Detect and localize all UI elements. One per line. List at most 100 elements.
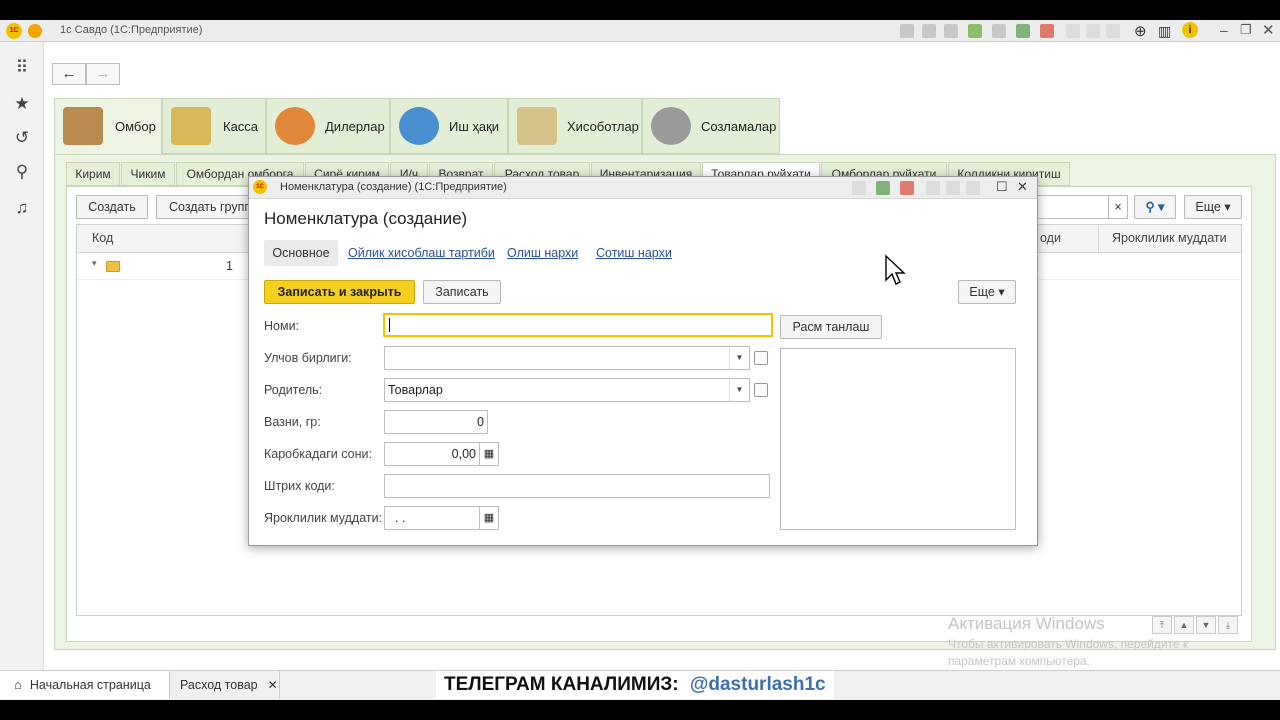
column-kod[interactable]: Код	[92, 231, 113, 245]
app-title: 1с Савдо (1С:Предприятие)	[60, 24, 203, 36]
memory-m-icon[interactable]	[1066, 24, 1080, 38]
dealer-icon	[275, 107, 315, 145]
dialog-print-icon[interactable]	[852, 181, 866, 195]
gear-icon	[651, 107, 691, 145]
home-icon: ⌂	[14, 677, 22, 692]
upload-icon[interactable]	[968, 24, 982, 38]
tab-sozlamalar[interactable]: Созламалар	[642, 98, 780, 154]
choose-image-button[interactable]: Расм танлаш	[780, 315, 882, 339]
save-button[interactable]: Записать	[423, 280, 501, 304]
minimize-icon[interactable]: –	[1220, 22, 1228, 38]
search-button[interactable]: ⚲ ▾	[1134, 195, 1176, 219]
people-icon	[399, 107, 439, 145]
app-logo: 1С	[6, 23, 22, 39]
tab-sotish-narhi[interactable]: Сотиш нархи	[596, 246, 672, 260]
telegram-banner: ТЕЛЕГРАМ КАНАЛИМИЗ: @dasturlash1c	[436, 671, 834, 699]
memory-minus-icon[interactable]	[1106, 24, 1120, 38]
preview-icon[interactable]	[944, 24, 958, 38]
warehouse-icon	[63, 107, 103, 145]
tab-osnovnoe[interactable]: Основное	[264, 240, 338, 266]
list-more-button[interactable]: Еще ▾	[1184, 195, 1242, 219]
dialog-calendar-icon[interactable]	[900, 181, 914, 195]
column-nomi[interactable]: оди	[1040, 231, 1061, 245]
forward-button[interactable]: →	[86, 63, 120, 85]
dialog-memory-plus-icon[interactable]	[946, 181, 960, 195]
info-icon[interactable]: i	[1182, 22, 1198, 38]
bottom-tab-home[interactable]: ⌂ Начальная страница	[0, 671, 170, 699]
windows-activation-text: Чтобы активировать Windows, перейдите к …	[948, 637, 1189, 668]
history-icon[interactable]: ↺	[12, 128, 32, 148]
tab-ombor[interactable]: Омбор	[54, 98, 162, 156]
attach-icon[interactable]	[992, 24, 1006, 38]
create-button[interactable]: Создать	[76, 195, 148, 219]
back-button[interactable]: ←	[52, 63, 86, 85]
bottom-tab-label: Расход товар	[180, 678, 258, 692]
tab-dilerlar[interactable]: Дилерлар	[266, 98, 390, 154]
tab-label: Омбор	[115, 119, 156, 134]
name-label: Номи:	[264, 319, 300, 333]
weight-input[interactable]: 0	[384, 410, 488, 434]
dialog-calculator-icon[interactable]	[876, 181, 890, 195]
zoom-icon[interactable]: ⊕	[1134, 22, 1147, 40]
subtab-kirim[interactable]: Кирим	[66, 162, 120, 186]
tab-olish-narhi[interactable]: Олиш нархи	[507, 246, 578, 260]
telegram-handle: @dasturlash1c	[689, 674, 826, 695]
unit-open-icon[interactable]	[754, 351, 768, 365]
tab-ish-haqi[interactable]: Иш ҳақи	[390, 98, 508, 154]
dialog-memory-minus-icon[interactable]	[966, 181, 980, 195]
close-tab-icon[interactable]: ✕	[268, 678, 278, 692]
calendar-icon[interactable]	[1040, 24, 1054, 38]
calculator-icon[interactable]	[1016, 24, 1030, 38]
clear-search-button[interactable]: ×	[1108, 195, 1128, 219]
scroll-up-button[interactable]: ▲	[1174, 616, 1194, 634]
bottom-tab-rashod[interactable]: Расход товар ✕	[170, 671, 280, 699]
notifications-bell-icon[interactable]: ♫	[12, 198, 32, 218]
menu-icon[interactable]	[28, 24, 42, 38]
unit-dropdown-arrow-icon[interactable]: ▼	[729, 347, 749, 369]
parent-open-icon[interactable]	[754, 383, 768, 397]
apps-grid-icon[interactable]: ⠿	[12, 58, 32, 78]
tab-hisobotlar[interactable]: Хисоботлар	[508, 98, 642, 154]
dialog-maximize-icon[interactable]: ☐	[996, 179, 1008, 195]
search-icon[interactable]: ⚲	[12, 162, 32, 182]
parent-input[interactable]: Товарлар	[384, 378, 750, 402]
telegram-label: ТЕЛЕГРАМ КАНАЛИМИЗ:	[444, 674, 679, 695]
print-icon[interactable]	[922, 24, 936, 38]
calendar-button-icon[interactable]: ▦	[479, 506, 499, 530]
close-icon[interactable]: ✕	[1262, 21, 1275, 39]
scroll-top-button[interactable]: ⤒	[1152, 616, 1172, 634]
dialog-more-button[interactable]: Еще ▾	[958, 280, 1016, 304]
box-count-input[interactable]: 0,00	[384, 442, 480, 466]
reports-icon	[517, 107, 557, 145]
dialog-memory-m-icon[interactable]	[926, 181, 940, 195]
memory-plus-icon[interactable]	[1086, 24, 1100, 38]
text-cursor	[389, 318, 390, 332]
dialog-close-icon[interactable]: ✕	[1017, 179, 1028, 195]
column-yaroklilik[interactable]: Яроклилик муддати	[1112, 231, 1227, 245]
scroll-bottom-button[interactable]: ⤓	[1218, 616, 1238, 634]
restore-icon[interactable]: ❐	[1240, 22, 1252, 38]
expiry-label: Яроклилик муддати:	[264, 511, 383, 525]
save-icon[interactable]	[900, 24, 914, 38]
layout-icon[interactable]: ▥	[1158, 23, 1171, 40]
subtab-chikim[interactable]: Чиким	[121, 162, 175, 186]
image-preview-box[interactable]	[780, 348, 1016, 530]
dialog-logo-icon: 1С	[253, 180, 267, 194]
tab-oylik-hisoblash[interactable]: Ойлик хисоблаш тартиби	[348, 246, 495, 260]
dialog-window-title: Номенклатура (создание) (1С:Предприятие)	[280, 181, 507, 193]
save-and-close-button[interactable]: Записать и закрыть	[264, 280, 415, 304]
barcode-input[interactable]	[384, 474, 770, 498]
scroll-down-button[interactable]: ▼	[1196, 616, 1216, 634]
bottom-tab-label: Начальная страница	[29, 678, 151, 692]
barcode-label: Штрих коди:	[264, 479, 335, 493]
parent-dropdown-arrow-icon[interactable]: ▼	[729, 379, 749, 401]
calculator-button-icon[interactable]: ▦	[479, 442, 499, 466]
box-count-label: Каробкадаги сони:	[264, 447, 372, 461]
tab-kassa[interactable]: Касса	[162, 98, 266, 154]
unit-input[interactable]	[384, 346, 750, 370]
expand-arrow-icon[interactable]: ▾	[92, 258, 97, 269]
favorites-star-icon[interactable]: ★	[12, 94, 32, 114]
mouse-pointer-icon	[885, 254, 906, 285]
expiry-input[interactable]: . .	[384, 506, 480, 530]
name-input[interactable]	[383, 313, 773, 337]
